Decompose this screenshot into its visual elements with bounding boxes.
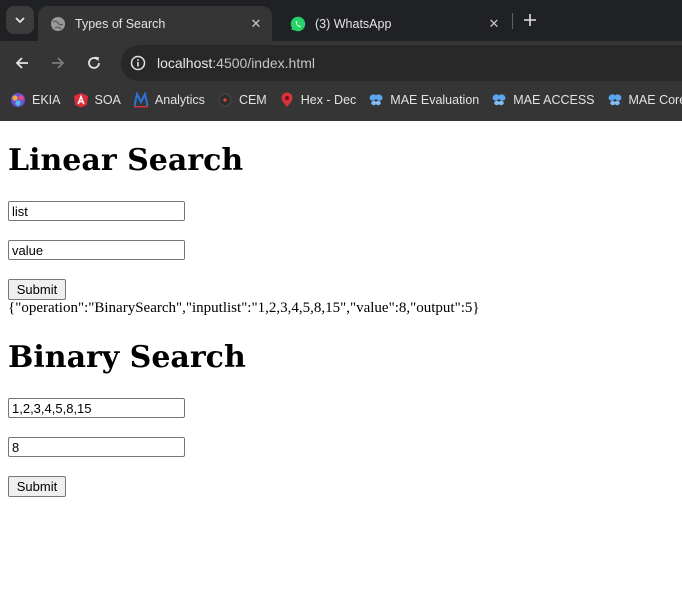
close-icon[interactable]: ✕ xyxy=(246,14,266,34)
url-host: localhost xyxy=(157,55,213,71)
reload-icon xyxy=(88,56,100,69)
info-icon[interactable] xyxy=(130,55,146,71)
bookmark-label: Analytics xyxy=(154,93,205,107)
butterfly-icon xyxy=(607,92,623,108)
bookmark-mae-evaluation[interactable]: MAE Evaluation xyxy=(362,88,485,112)
bookmark-label: MAE Evaluation xyxy=(390,93,480,107)
back-button[interactable] xyxy=(9,50,35,76)
binary-list-input[interactable] xyxy=(8,398,185,418)
bookmark-mae-access[interactable]: MAE ACCESS xyxy=(485,88,600,112)
address-bar[interactable]: localhost:4500/index.html xyxy=(121,45,682,81)
arrow-right-icon xyxy=(52,57,65,69)
analytics-icon xyxy=(133,92,149,108)
tab-search-button[interactable] xyxy=(6,6,34,34)
bookmarks-bar: EKIA SOA Analytics CEM Hex - Dec MAE Eva… xyxy=(0,86,682,114)
forward-button[interactable] xyxy=(45,50,71,76)
tab-title: (3) WhatsApp xyxy=(315,16,392,31)
linear-value-input[interactable] xyxy=(8,240,185,260)
butterfly-icon xyxy=(368,92,384,108)
whatsapp-icon xyxy=(290,16,306,32)
plus-icon xyxy=(524,14,536,26)
browser-chrome: Types of Search ✕ (3) WhatsApp ✕ localho… xyxy=(0,0,682,121)
binary-search-heading: Binary Search xyxy=(8,340,246,375)
linear-submit-button[interactable]: Submit xyxy=(8,279,66,300)
bookmark-cem[interactable]: CEM xyxy=(211,88,273,112)
binary-submit-button[interactable]: Submit xyxy=(8,476,66,497)
bookmark-label: MAE Core xyxy=(628,93,682,107)
tab-strip: Types of Search ✕ (3) WhatsApp ✕ xyxy=(0,0,682,41)
bookmark-label: SOA xyxy=(94,93,121,107)
globe-icon xyxy=(50,16,66,32)
reload-button[interactable] xyxy=(81,50,107,76)
tab-types-of-search[interactable]: Types of Search ✕ xyxy=(38,6,272,41)
url-text: localhost:4500/index.html xyxy=(157,55,315,71)
cem-icon xyxy=(217,92,233,108)
ekia-icon xyxy=(10,92,26,108)
linear-list-input[interactable] xyxy=(8,201,185,221)
bookmark-analytics[interactable]: Analytics xyxy=(127,88,211,112)
tab-divider xyxy=(512,13,513,29)
bookmark-mae-core[interactable]: MAE Core xyxy=(601,88,682,112)
bookmark-label: EKIA xyxy=(32,93,61,107)
tab-whatsapp[interactable]: (3) WhatsApp ✕ xyxy=(278,6,510,41)
chevron-down-icon xyxy=(15,17,25,24)
bookmark-ekia[interactable]: EKIA xyxy=(0,88,67,112)
tab-title: Types of Search xyxy=(75,16,166,31)
bookmark-hex-dec[interactable]: Hex - Dec xyxy=(273,88,363,112)
map-pin-icon xyxy=(279,92,295,108)
new-tab-button[interactable] xyxy=(520,10,540,30)
result-output: {"operation":"BinarySearch","inputlist":… xyxy=(8,300,480,316)
page-content: Linear Search Submit {"operation":"Binar… xyxy=(0,121,682,611)
linear-search-heading: Linear Search xyxy=(8,143,244,178)
arrow-left-icon xyxy=(15,57,28,69)
close-icon[interactable]: ✕ xyxy=(484,14,504,34)
bookmark-label: MAE ACCESS xyxy=(513,93,595,107)
bookmark-label: Hex - Dec xyxy=(300,93,357,107)
butterfly-icon xyxy=(491,92,507,108)
binary-value-input[interactable] xyxy=(8,437,185,457)
toolbar: localhost:4500/index.html xyxy=(0,41,682,85)
url-path: :4500/index.html xyxy=(212,55,315,71)
bookmark-label: CEM xyxy=(238,93,267,107)
soa-icon xyxy=(73,92,89,108)
bookmark-soa[interactable]: SOA xyxy=(67,88,127,112)
